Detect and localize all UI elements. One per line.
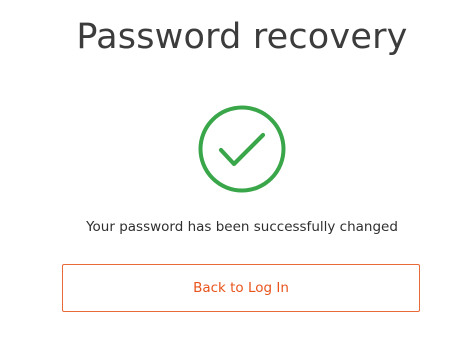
- page-title: Password recovery: [76, 17, 408, 57]
- checkmark-circle-icon: [197, 104, 287, 194]
- back-to-login-button[interactable]: Back to Log In: [62, 264, 420, 312]
- password-recovery-page: Password recovery Your password has been…: [0, 0, 460, 343]
- back-to-login-label: Back to Log In: [193, 280, 289, 296]
- success-message: Your password has been successfully chan…: [86, 219, 398, 235]
